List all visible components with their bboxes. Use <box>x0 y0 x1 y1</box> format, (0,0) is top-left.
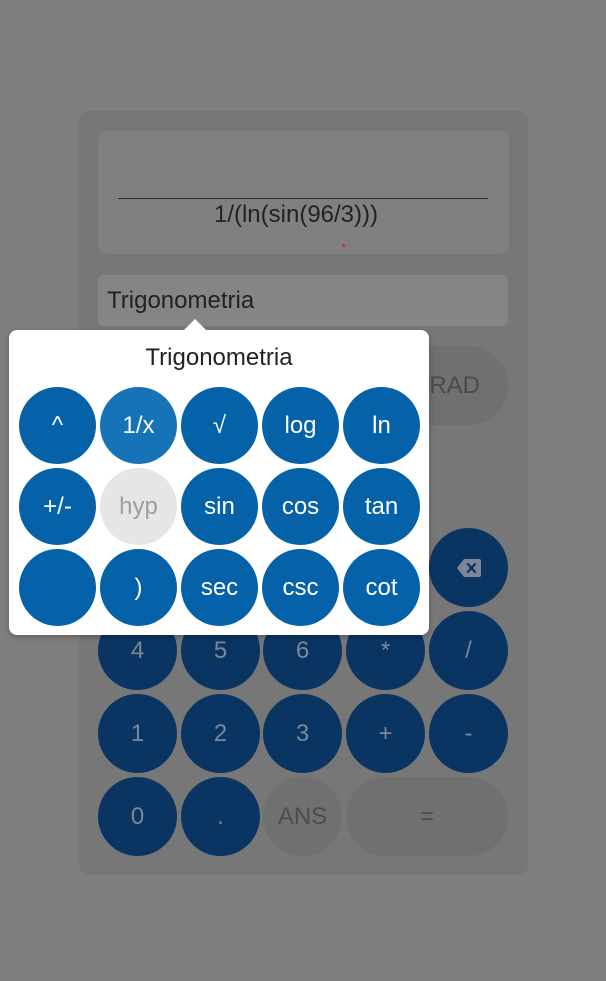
key-sec[interactable]: sec <box>181 549 258 626</box>
backspace-icon <box>456 558 481 577</box>
display-divider <box>118 198 488 199</box>
trigonometry-popup: Trigonometria ^ 1/x √ log ln +/- hyp sin… <box>9 319 429 635</box>
key-log[interactable]: log <box>262 387 339 464</box>
popup-arrow <box>184 319 206 330</box>
key-divide[interactable]: / <box>429 611 508 690</box>
key-cos[interactable]: cos <box>262 468 339 545</box>
function-category-selector[interactable]: Trigonometria <box>98 275 508 326</box>
cursor-indicator <box>342 244 345 247</box>
key-0[interactable]: 0 <box>98 777 177 856</box>
key-reciprocal[interactable]: 1/x <box>100 387 177 464</box>
expression-display <box>98 131 509 254</box>
key-close-paren[interactable]: ) <box>100 549 177 626</box>
key-hyp[interactable]: hyp <box>100 468 177 545</box>
key-3[interactable]: 3 <box>263 694 342 773</box>
key-sqrt[interactable]: √ <box>181 387 258 464</box>
angle-mode-label: RAD <box>429 372 480 399</box>
key-power[interactable]: ^ <box>19 387 96 464</box>
category-label: Trigonometria <box>107 287 255 314</box>
key-plus[interactable]: + <box>346 694 425 773</box>
key-1[interactable]: 1 <box>98 694 177 773</box>
key-csc[interactable]: csc <box>262 549 339 626</box>
key-equals[interactable]: = <box>346 777 508 856</box>
expression-text: 1/(ln(sin(96/3))) <box>213 201 379 228</box>
key-minus[interactable]: - <box>429 694 508 773</box>
key-blank[interactable] <box>19 549 96 626</box>
key-decimal[interactable]: . <box>181 777 260 856</box>
key-ans[interactable]: ANS <box>263 777 342 856</box>
key-sin[interactable]: sin <box>181 468 258 545</box>
key-tan[interactable]: tan <box>343 468 420 545</box>
key-2[interactable]: 2 <box>181 694 260 773</box>
key-cot[interactable]: cot <box>343 549 420 626</box>
backspace-button[interactable] <box>429 528 508 607</box>
key-negate[interactable]: +/- <box>19 468 96 545</box>
key-ln[interactable]: ln <box>343 387 420 464</box>
popup-title: Trigonometria <box>145 344 293 371</box>
